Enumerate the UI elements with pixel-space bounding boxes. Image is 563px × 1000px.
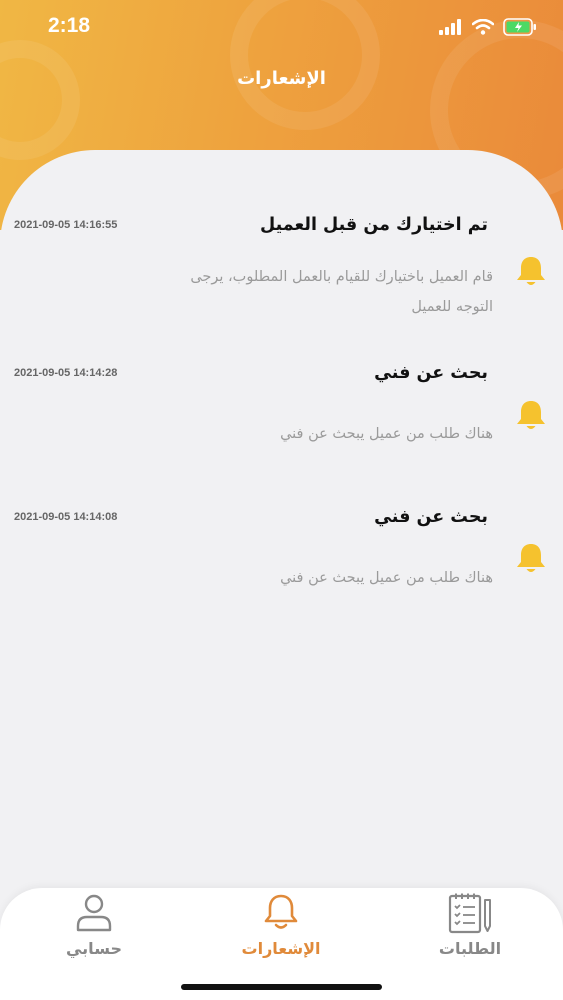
tab-notifications[interactable]: الإشعارات: [211, 888, 351, 978]
status-time: 2:18: [48, 14, 91, 37]
notification-body-line: هناك طلب من عميل يبحث عن فني: [280, 570, 493, 586]
bell-icon: [517, 257, 545, 285]
status-bar: 2:18: [0, 0, 563, 56]
notification-timestamp: 2021-09-05 14:14:28: [14, 367, 118, 379]
status-icons: [439, 18, 537, 36]
tab-label: الطلبات: [438, 939, 502, 958]
notification-title: بحث عن فني: [374, 363, 488, 383]
notification-body: قام العميل باختيارك للقيام بالعمل المطلو…: [108, 262, 493, 322]
home-indicator[interactable]: [181, 984, 382, 990]
person-icon: [76, 894, 112, 932]
tab-label: الإشعارات: [241, 939, 321, 958]
tab-label: حسابي: [65, 939, 122, 958]
notification-title: بحث عن فني: [374, 507, 488, 527]
battery-icon: [503, 18, 536, 36]
notification-timestamp: 2021-09-05 14:14:08: [14, 511, 118, 523]
page-title: الإشعارات: [237, 68, 326, 89]
notification-timestamp: 2021-09-05 14:16:55: [14, 219, 118, 231]
tab-account[interactable]: حسابي: [24, 888, 164, 978]
bell-icon: [264, 894, 298, 929]
bell-icon: [517, 544, 545, 572]
clipboard-icon: [448, 893, 491, 934]
wifi-icon: [472, 19, 494, 35]
notification-body-line: هناك طلب من عميل يبحث عن فني: [280, 426, 493, 442]
notifications-list[interactable]: تم اختيارك من قبل العميل 2021-09-05 14:1…: [0, 150, 563, 1000]
bell-icon: [517, 401, 545, 429]
signal-icon: [439, 19, 461, 35]
notification-title: تم اختيارك من قبل العميل: [260, 215, 488, 235]
notification-body-line: قام العميل باختيارك للقيام بالعمل المطلو…: [190, 269, 493, 285]
tab-orders[interactable]: الطلبات: [400, 888, 540, 978]
notification-body: هناك طلب من عميل يبحث عن فني: [108, 563, 493, 593]
notification-body: هناك طلب من عميل يبحث عن فني: [108, 419, 493, 449]
notification-body-line: التوجه للعميل: [411, 299, 493, 315]
